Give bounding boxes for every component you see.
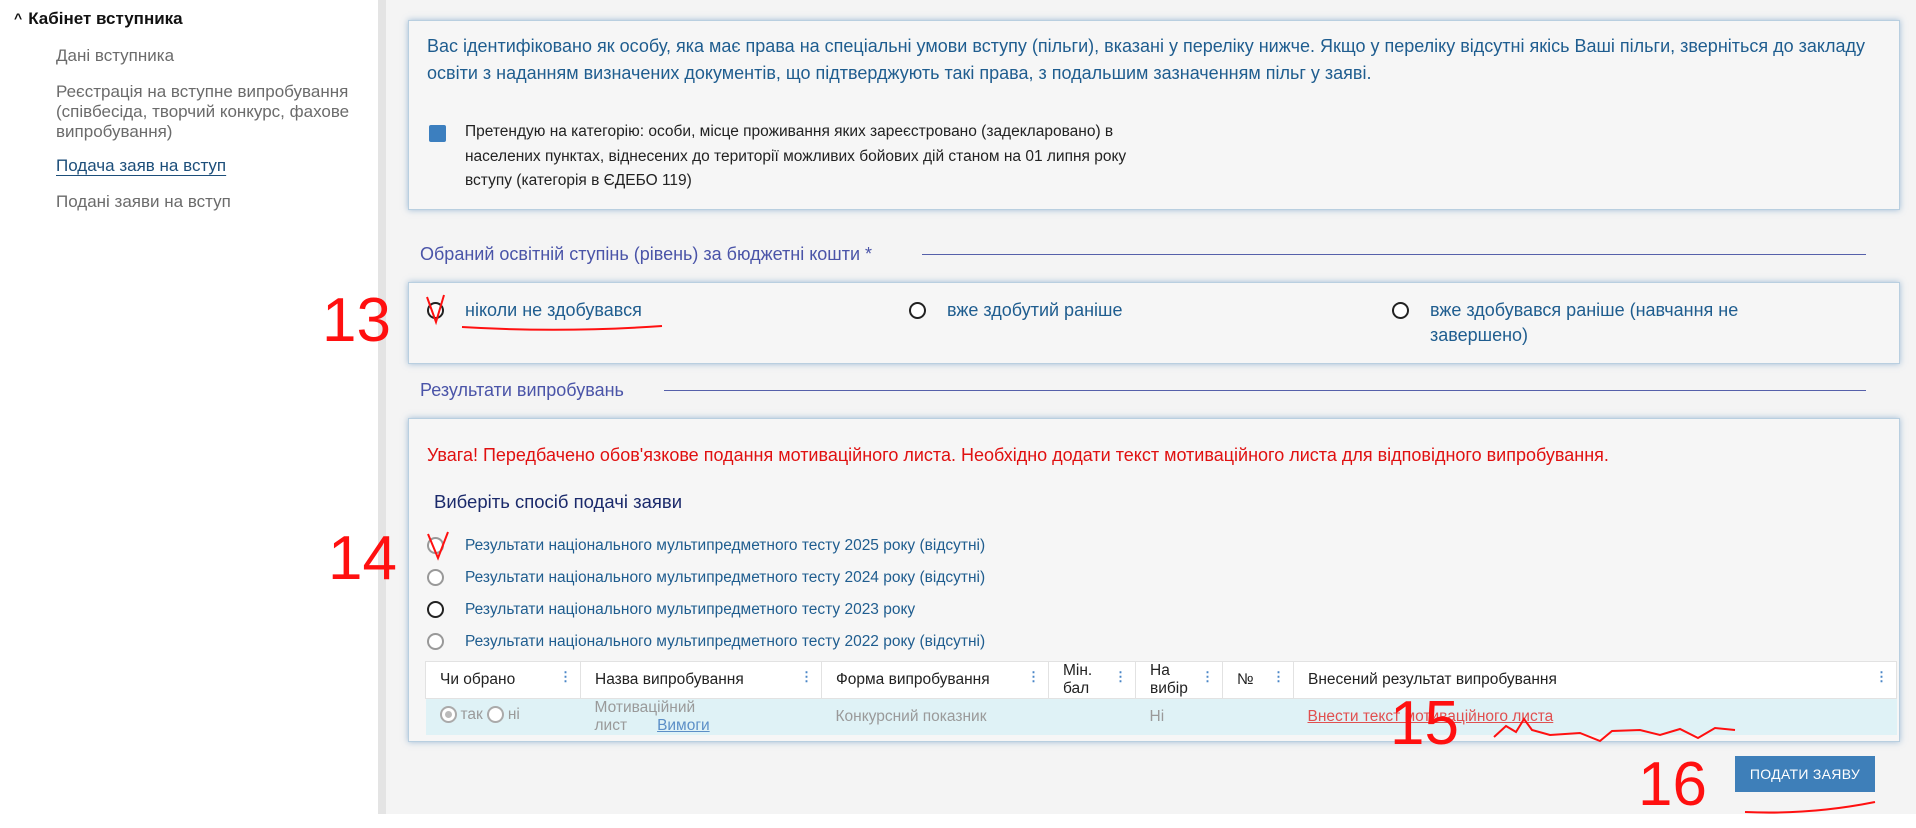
education-level-card: ніколи не здобувався вже здобутий раніше… xyxy=(408,282,1900,364)
annotation-number: 13 xyxy=(322,286,391,355)
column-menu-icon[interactable]: ⋮ xyxy=(1027,669,1040,685)
radio-no-label: ні xyxy=(507,705,520,723)
sidebar-divider xyxy=(378,0,386,814)
section-divider xyxy=(922,254,1866,255)
edu-radio-never[interactable] xyxy=(427,302,444,319)
test-option-2025[interactable]: Результати національного мультипредметно… xyxy=(465,537,985,555)
col-header-selected[interactable]: Чи обрано ⋮ xyxy=(425,661,581,699)
col-header-choice[interactable]: На вибір ⋮ xyxy=(1135,661,1223,699)
col-header-name[interactable]: Назва випробування ⋮ xyxy=(580,661,822,699)
sidebar-item-submitted-applications[interactable]: Подані заяви на вступ xyxy=(56,192,356,212)
sidebar-title[interactable]: ^ Кабінет вступника xyxy=(14,9,183,29)
motivation-letter-warning: Увага! Передбачено обов'язкове подання м… xyxy=(427,445,1609,465)
chevron-up-icon: ^ xyxy=(14,10,23,26)
benefits-info-card: Вас ідентифіковано як особу, яка має пра… xyxy=(408,20,1900,210)
annotation-number: 14 xyxy=(328,524,397,593)
main-content: Вас ідентифіковано як особу, яка має пра… xyxy=(386,0,1916,814)
test-radio-2023[interactable] xyxy=(427,601,444,618)
test-radio-2022[interactable] xyxy=(427,633,444,650)
submission-method-title: Виберіть спосіб подачі заяви xyxy=(434,491,683,512)
edu-radio-unfinished[interactable] xyxy=(1392,302,1409,319)
test-radio-2024[interactable] xyxy=(427,569,444,586)
cell-number xyxy=(1222,698,1294,735)
radio-yes-label: так xyxy=(460,705,483,723)
sidebar-item-submit-applications[interactable]: Подача заяв на вступ xyxy=(56,156,356,176)
cell-choice: Ні xyxy=(1135,698,1223,735)
cell-result: Внести текст мотиваційного листа xyxy=(1293,698,1897,735)
requirements-link[interactable]: Вимоги xyxy=(657,717,710,734)
edu-option-already[interactable]: вже здобутий раніше xyxy=(947,298,1122,323)
column-menu-icon[interactable]: ⋮ xyxy=(1114,669,1127,685)
test-option-2023[interactable]: Результати національного мультипредметно… xyxy=(465,601,915,619)
column-menu-icon[interactable]: ⋮ xyxy=(559,669,572,685)
annotation-number: 15 xyxy=(1390,689,1459,758)
column-menu-icon[interactable]: ⋮ xyxy=(1875,669,1888,685)
cell-selected: так ні xyxy=(425,698,581,735)
sidebar-title-label: Кабінет вступника xyxy=(28,9,183,28)
edu-option-unfinished[interactable]: вже здобувався раніше (навчання не завер… xyxy=(1430,298,1790,348)
radio-no[interactable] xyxy=(486,706,504,724)
results-card: Увага! Передбачено обов'язкове подання м… xyxy=(408,418,1900,742)
benefit-category-label: Претендую на категорію: особи, місце про… xyxy=(465,123,1127,189)
col-header-form[interactable]: Форма випробування ⋮ xyxy=(821,661,1049,699)
benefits-info-text: Вас ідентифіковано як особу, яка має пра… xyxy=(427,36,1865,83)
edu-radio-already[interactable] xyxy=(909,302,926,319)
col-header-number[interactable]: № ⋮ xyxy=(1222,661,1294,699)
edu-option-never[interactable]: ніколи не здобувався xyxy=(465,298,642,323)
cell-min-score xyxy=(1048,698,1136,735)
column-menu-icon[interactable]: ⋮ xyxy=(800,669,813,685)
test-option-2022[interactable]: Результати національного мультипредметно… xyxy=(465,633,985,651)
exams-table: Чи обрано ⋮ Назва випробування ⋮ Форма вип… xyxy=(425,661,1897,735)
radio-yes[interactable] xyxy=(439,706,457,724)
test-radio-2025[interactable] xyxy=(427,537,444,554)
section-divider xyxy=(664,390,1866,391)
results-title: Результати випробувань xyxy=(420,380,624,400)
table-row: так ні Мотиваційний лист Вимоги Конкурсни… xyxy=(425,698,1897,735)
submit-application-button[interactable]: ПОДАТИ ЗАЯВУ xyxy=(1735,756,1875,792)
education-level-title: Обраний освітній ступінь (рівень) за бюд… xyxy=(420,244,873,264)
col-header-min-score[interactable]: Мін. бал ⋮ xyxy=(1048,661,1136,699)
benefit-category-checkbox[interactable] xyxy=(429,125,446,142)
sidebar-item-exam-registration[interactable]: Реєстрація на вступне випробування (спів… xyxy=(56,82,356,142)
cell-form: Конкурсний показник xyxy=(821,698,1049,735)
test-option-2024[interactable]: Результати національного мультипредметно… xyxy=(465,569,985,587)
column-menu-icon[interactable]: ⋮ xyxy=(1201,669,1214,685)
cell-name: Мотиваційний лист Вимоги xyxy=(580,698,822,735)
table-header-row: Чи обрано ⋮ Назва випробування ⋮ Форма вип… xyxy=(425,661,1897,699)
sidebar-item-applicant-data[interactable]: Дані вступника xyxy=(56,46,356,66)
annotation-number: 16 xyxy=(1638,750,1707,819)
col-header-result[interactable]: Внесений результат випробування ⋮ xyxy=(1293,661,1897,699)
column-menu-icon[interactable]: ⋮ xyxy=(1272,669,1285,685)
sidebar: ^ Кабінет вступника Дані вступника Реєст… xyxy=(0,0,378,828)
